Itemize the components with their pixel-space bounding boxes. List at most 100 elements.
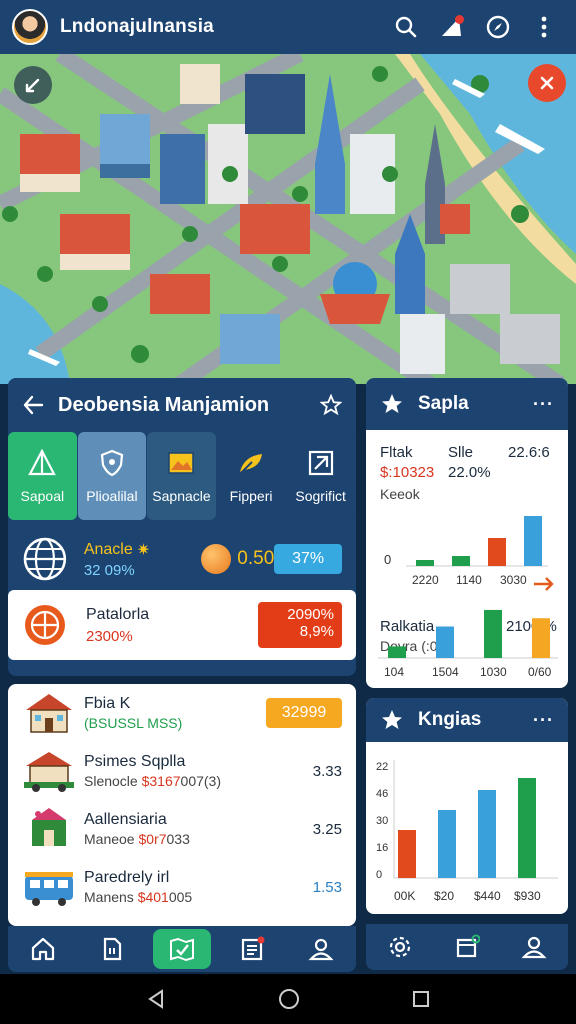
list-item[interactable]: Psimes Sqplla Slenocle $3167007(3) 3.33: [8, 742, 356, 800]
stat-badge: 37%: [274, 544, 342, 574]
tent-icon: [28, 448, 57, 476]
chart1-col3-value: 22.6:6: [508, 444, 550, 461]
globe-icon: [23, 537, 67, 581]
kngias-title: Kngias: [418, 709, 482, 730]
list-item-title: Psimes Sqplla: [84, 753, 186, 770]
chart3-bar: [478, 790, 496, 878]
list-item-sub-prefix: Maneoe: [84, 831, 135, 847]
tab-sogrifict[interactable]: Sogrifict: [286, 432, 355, 520]
list-item[interactable]: Fbia K (BSUSSL MSS) 32999: [8, 684, 356, 742]
nav-home[interactable]: [14, 929, 72, 969]
star-icon: [382, 710, 402, 729]
chart3-bar: [438, 810, 456, 878]
chart2-bar: [484, 609, 502, 658]
bus-icon: [25, 872, 73, 906]
city-map[interactable]: [0, 54, 576, 384]
nav-window[interactable]: [438, 927, 496, 967]
more-vert-icon[interactable]: [524, 7, 564, 47]
profile-icon: [521, 936, 547, 959]
chart1-col1-value: $:10323: [380, 464, 435, 481]
avatar[interactable]: [12, 9, 48, 45]
chart1-bar: [452, 556, 470, 566]
list-item-sub: Slenocle $3167007(3): [84, 773, 313, 789]
list-item-value: 1.53: [312, 878, 342, 896]
list-item-sub-suffix: 005: [168, 889, 193, 905]
list-item-sub-prefix: Slenocle: [84, 773, 138, 789]
close-map-button[interactable]: [528, 64, 566, 102]
list-item-value: 3.33: [312, 762, 342, 780]
summary-badge-top: 2090%: [287, 606, 334, 623]
stat-sub: 32 09%: [83, 561, 135, 579]
notification-icon[interactable]: [432, 7, 472, 47]
compass-icon[interactable]: [478, 7, 518, 47]
nav-list[interactable]: [223, 929, 281, 969]
chart1-col2-label: Slle: [448, 444, 474, 461]
list-item-value: 3.25: [312, 820, 342, 838]
list-item[interactable]: Aallensiaria Maneoe $0r7033 3.25: [8, 800, 356, 858]
chart1-col2-value: 22.0%: [448, 464, 491, 481]
house-icon: [24, 752, 74, 792]
chart-3: 22 46 30 16 0 00K $20 $440 $930: [376, 760, 558, 903]
tab-plioalilal[interactable]: Plioalilal: [77, 432, 147, 520]
chart-2: 104 1504 1030 0/60: [378, 609, 558, 679]
search-icon[interactable]: [386, 7, 426, 47]
nav-map[interactable]: [152, 929, 211, 969]
locate-button[interactable]: [14, 66, 52, 104]
tab-label: Sapoal: [20, 488, 65, 504]
back-triangle-icon[interactable]: [145, 988, 167, 1010]
temple-icon: [32, 808, 66, 846]
city-map-illustration: [0, 54, 576, 384]
summary-badge-bottom: 8,9%: [299, 623, 334, 640]
list-item-sub-value: $3167: [141, 773, 181, 789]
chart1-x-tick: 1140: [456, 573, 482, 587]
nav-documents[interactable]: [83, 929, 141, 969]
star-icon: [382, 394, 402, 413]
stat-label: Anacle: [83, 540, 133, 558]
summary-card[interactable]: Patalorla 2300% 2090% 8,9%: [8, 590, 356, 660]
tab-sapoal[interactable]: Sapoal: [8, 432, 77, 520]
chart2-x-tick: 1030: [480, 665, 507, 679]
list-item-title: Paredrely irl: [84, 869, 170, 886]
map-check-icon: [169, 937, 194, 962]
tab-label: Fipperi: [229, 488, 273, 504]
chart3-bar: [518, 778, 536, 878]
chart3-x-tick: $440: [474, 889, 501, 903]
nav-profile[interactable]: [505, 927, 563, 967]
nav-profile[interactable]: [292, 929, 350, 969]
chart1-x-tick: 3030: [500, 573, 527, 587]
list-item-title: Fbia K: [84, 695, 131, 712]
main-panel: Deobensia Manjamion Sapoal Plioalilal Sa…: [8, 378, 356, 676]
picture-icon: [168, 452, 195, 474]
list-item[interactable]: Paredrely irl Manens $401005 1.53: [8, 858, 356, 916]
tab-label: Sapnacle: [152, 488, 211, 504]
summary-title: Patalorla: [86, 605, 150, 623]
chart1-y-tick: 0: [384, 552, 391, 567]
nav-settings[interactable]: [371, 927, 429, 967]
home-icon: [31, 937, 54, 961]
notification-dot: [455, 15, 464, 24]
leaf-icon: [239, 454, 263, 475]
more-horiz-icon[interactable]: ···: [533, 710, 554, 731]
more-horiz-icon[interactable]: ···: [533, 394, 554, 415]
chart3-y-tick: 46: [376, 788, 388, 800]
tab-fipperi[interactable]: Fipperi: [216, 432, 286, 520]
coin-icon: [201, 544, 232, 574]
recents-square-icon[interactable]: [411, 989, 431, 1009]
chart-1: 0 2220 1140 3030: [384, 516, 554, 591]
chart2-x-tick: 1504: [432, 665, 459, 679]
favorite-star-icon[interactable]: [320, 394, 342, 416]
coin-value: 0.50: [237, 548, 275, 569]
app-bar: Lndonajulnansia: [0, 0, 576, 54]
chart1-x-tick: 2220: [412, 573, 439, 587]
list-item-sub-suffix: 033: [166, 831, 190, 847]
sparkle-icon: ✷: [136, 541, 151, 559]
chart2-x-tick: 0/60: [528, 665, 552, 679]
home-circle-icon[interactable]: [277, 987, 301, 1011]
stat-row: Anacle ✷ 32 09% 0.50 37%: [8, 528, 356, 590]
document-icon: [104, 937, 122, 961]
tab-sapnacle[interactable]: Sapnacle: [147, 432, 216, 520]
chart2-bar: [388, 646, 406, 658]
back-arrow-icon[interactable]: [22, 394, 44, 416]
globe-orange-icon: [25, 605, 65, 645]
list-item-sub: (BSUSSL MSS): [84, 715, 183, 731]
